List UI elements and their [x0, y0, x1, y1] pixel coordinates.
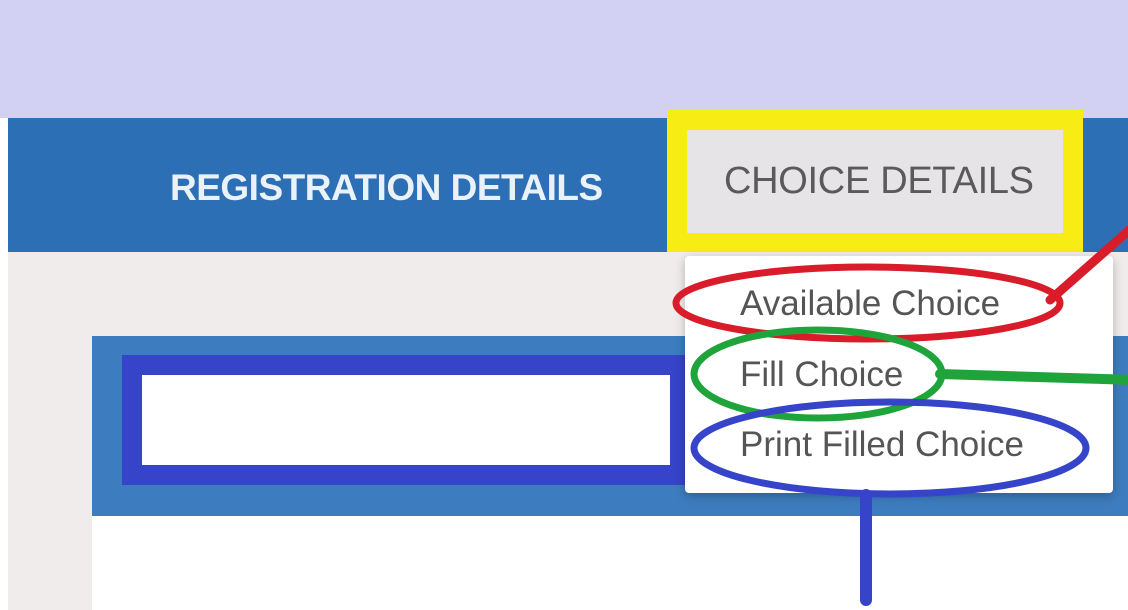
- nav-registration-details[interactable]: REGISTRATION DETAILS: [170, 160, 603, 216]
- search-box-highlighted: [122, 355, 690, 485]
- search-input[interactable]: [142, 375, 670, 465]
- nav-choice-details-label: CHOICE DETAILS: [724, 160, 1034, 202]
- menu-item-fill-choice[interactable]: Fill Choice: [740, 350, 903, 400]
- panel-body: [92, 516, 1128, 610]
- nav-choice-details-highlighted[interactable]: CHOICE DETAILS: [667, 110, 1083, 253]
- top-banner: [0, 0, 1128, 118]
- menu-item-print-filled-choice[interactable]: Print Filled Choice: [740, 420, 1024, 470]
- menu-item-available-choice[interactable]: Available Choice: [740, 279, 1000, 329]
